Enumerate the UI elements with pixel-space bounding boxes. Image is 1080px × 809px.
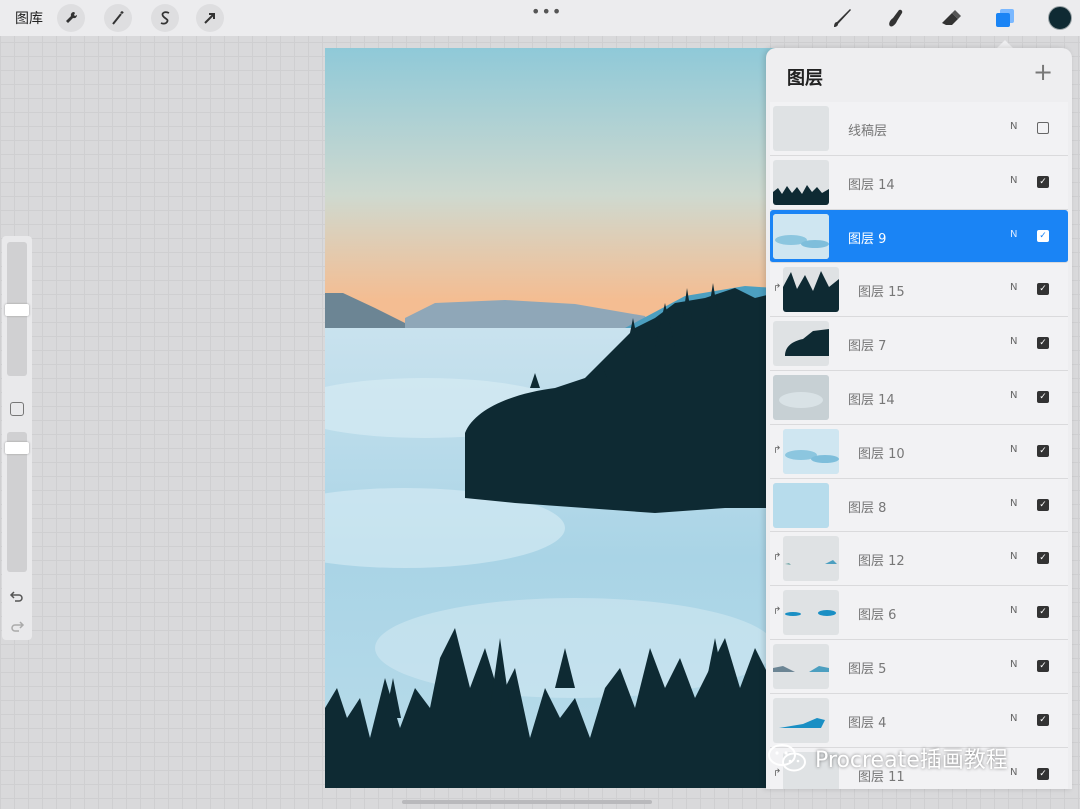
- layer-thumbnail[interactable]: [773, 697, 829, 743]
- layer-row[interactable]: 图层 7 N ✓: [770, 317, 1068, 371]
- layer-thumbnail[interactable]: [783, 536, 839, 582]
- blend-mode-button[interactable]: N: [1010, 659, 1017, 670]
- layer-name: 图层 5: [848, 661, 887, 677]
- brush-size-knob[interactable]: [5, 304, 29, 316]
- layers-list: 线稿层 N 图层 14 N ✓ 图层 9 N ✓ ↱ 图层 15 N ✓ 图层 7 N ✓ 图层 14 N ✓ ↱ 图…: [770, 102, 1068, 789]
- transform-icon[interactable]: [196, 4, 224, 32]
- watermark: Procreate插画教程: [767, 742, 1008, 774]
- panel-title: 图层: [787, 68, 823, 89]
- layer-row[interactable]: 线稿层 N: [770, 102, 1068, 156]
- clipping-mask-icon: ↱: [773, 552, 782, 564]
- layer-thumbnail[interactable]: [773, 159, 829, 205]
- layer-name: 图层 9: [848, 231, 887, 247]
- layers-icon[interactable]: [992, 5, 1018, 31]
- layer-name: 线稿层: [848, 124, 888, 139]
- layers-panel: 图层 + 线稿层 N 图层 14 N ✓ 图层 9 N ✓ ↱ 图层 15 N ✓ 图层 7 N ✓ 图层 1…: [766, 48, 1072, 789]
- layer-visibility-checkbox[interactable]: [1037, 122, 1049, 134]
- clipping-mask-icon: ↱: [773, 283, 782, 295]
- layer-row[interactable]: 图层 5 N ✓: [770, 639, 1068, 694]
- home-indicator[interactable]: [402, 800, 652, 804]
- layer-visibility-checkbox[interactable]: ✓: [1037, 229, 1049, 242]
- smudge-icon[interactable]: [883, 5, 909, 31]
- layer-row[interactable]: ↱ 图层 15 N ✓: [770, 263, 1068, 318]
- opacity-knob[interactable]: [5, 442, 29, 454]
- brush-icon[interactable]: [829, 5, 855, 31]
- layer-visibility-checkbox[interactable]: ✓: [1037, 552, 1049, 565]
- blend-mode-button[interactable]: N: [1010, 336, 1017, 347]
- layer-name: 图层 4: [848, 715, 887, 731]
- magic-wand-icon[interactable]: [104, 4, 132, 32]
- layer-visibility-checkbox[interactable]: ✓: [1037, 498, 1049, 511]
- layer-name: 图层 8: [848, 500, 887, 516]
- layer-thumbnail[interactable]: [773, 374, 829, 420]
- blend-mode-button[interactable]: N: [1010, 444, 1017, 455]
- layer-visibility-checkbox[interactable]: ✓: [1037, 175, 1049, 188]
- more-options-icon[interactable]: •••: [531, 2, 562, 21]
- layer-thumbnail[interactable]: [773, 106, 829, 151]
- canvas-artwork[interactable]: [325, 48, 775, 788]
- layer-row[interactable]: 图层 9 N ✓: [770, 209, 1068, 264]
- eraser-icon[interactable]: [938, 5, 964, 31]
- layer-thumbnail[interactable]: [783, 267, 839, 313]
- blend-mode-button[interactable]: N: [1010, 229, 1017, 240]
- layer-visibility-checkbox[interactable]: ✓: [1037, 767, 1049, 780]
- layer-row[interactable]: ↱ 图层 12 N ✓: [770, 532, 1068, 587]
- layer-name: 图层 6: [858, 608, 897, 624]
- layer-visibility-checkbox[interactable]: ✓: [1037, 713, 1049, 726]
- layer-row[interactable]: ↱ 图层 10 N ✓: [770, 424, 1068, 479]
- blend-mode-button[interactable]: N: [1010, 282, 1017, 293]
- selection-icon[interactable]: [151, 4, 179, 32]
- gallery-button[interactable]: 图库: [15, 8, 43, 28]
- wrench-icon[interactable]: [57, 4, 85, 32]
- blend-mode-button[interactable]: N: [1010, 605, 1017, 616]
- layer-visibility-checkbox[interactable]: ✓: [1037, 444, 1049, 457]
- layer-thumbnail[interactable]: [773, 643, 829, 689]
- blend-mode-button[interactable]: N: [1010, 175, 1017, 186]
- layer-thumbnail[interactable]: [773, 482, 829, 528]
- wechat-icon: [768, 744, 806, 772]
- layer-visibility-checkbox[interactable]: ✓: [1037, 390, 1049, 403]
- layer-row[interactable]: ↱ 图层 6 N ✓: [770, 586, 1068, 640]
- modify-button[interactable]: [10, 402, 24, 416]
- blend-mode-button[interactable]: N: [1010, 767, 1017, 778]
- clipping-mask-icon: ↱: [773, 444, 782, 456]
- layer-name: 图层 12: [858, 554, 905, 570]
- sidebar: [2, 236, 32, 640]
- blend-mode-button[interactable]: N: [1010, 713, 1017, 724]
- watermark-text: Procreate插画教程: [815, 748, 1008, 773]
- layer-thumbnail[interactable]: [783, 590, 839, 636]
- layer-row[interactable]: 图层 14 N ✓: [770, 370, 1068, 425]
- layer-visibility-checkbox[interactable]: ✓: [1037, 659, 1049, 672]
- layer-visibility-checkbox[interactable]: ✓: [1037, 283, 1049, 296]
- layer-row[interactable]: 图层 4 N ✓: [770, 693, 1068, 748]
- blend-mode-button[interactable]: N: [1010, 390, 1017, 401]
- layer-row[interactable]: 图层 8 N ✓: [770, 478, 1068, 533]
- top-toolbar: 图库 •••: [0, 0, 1080, 36]
- layer-name: 图层 14: [848, 177, 895, 193]
- layer-visibility-checkbox[interactable]: ✓: [1037, 606, 1049, 619]
- layer-name: 图层 10: [858, 446, 905, 462]
- clipping-mask-icon: ↱: [773, 606, 782, 618]
- layer-name: 图层 7: [848, 339, 887, 355]
- add-layer-button[interactable]: +: [1032, 60, 1054, 84]
- blend-mode-button[interactable]: N: [1010, 551, 1017, 562]
- layer-thumbnail[interactable]: [773, 213, 829, 259]
- blend-mode-button[interactable]: N: [1010, 121, 1017, 132]
- color-picker-button[interactable]: [1048, 6, 1072, 30]
- undo-icon[interactable]: [9, 588, 25, 604]
- layer-row[interactable]: 图层 14 N ✓: [770, 155, 1068, 210]
- layer-visibility-checkbox[interactable]: ✓: [1037, 337, 1049, 350]
- layer-name: 图层 15: [858, 285, 905, 301]
- layer-thumbnail[interactable]: [773, 321, 829, 367]
- layer-thumbnail[interactable]: [783, 428, 839, 474]
- blend-mode-button[interactable]: N: [1010, 498, 1017, 509]
- layer-name: 图层 14: [848, 392, 895, 408]
- redo-icon[interactable]: [9, 618, 25, 634]
